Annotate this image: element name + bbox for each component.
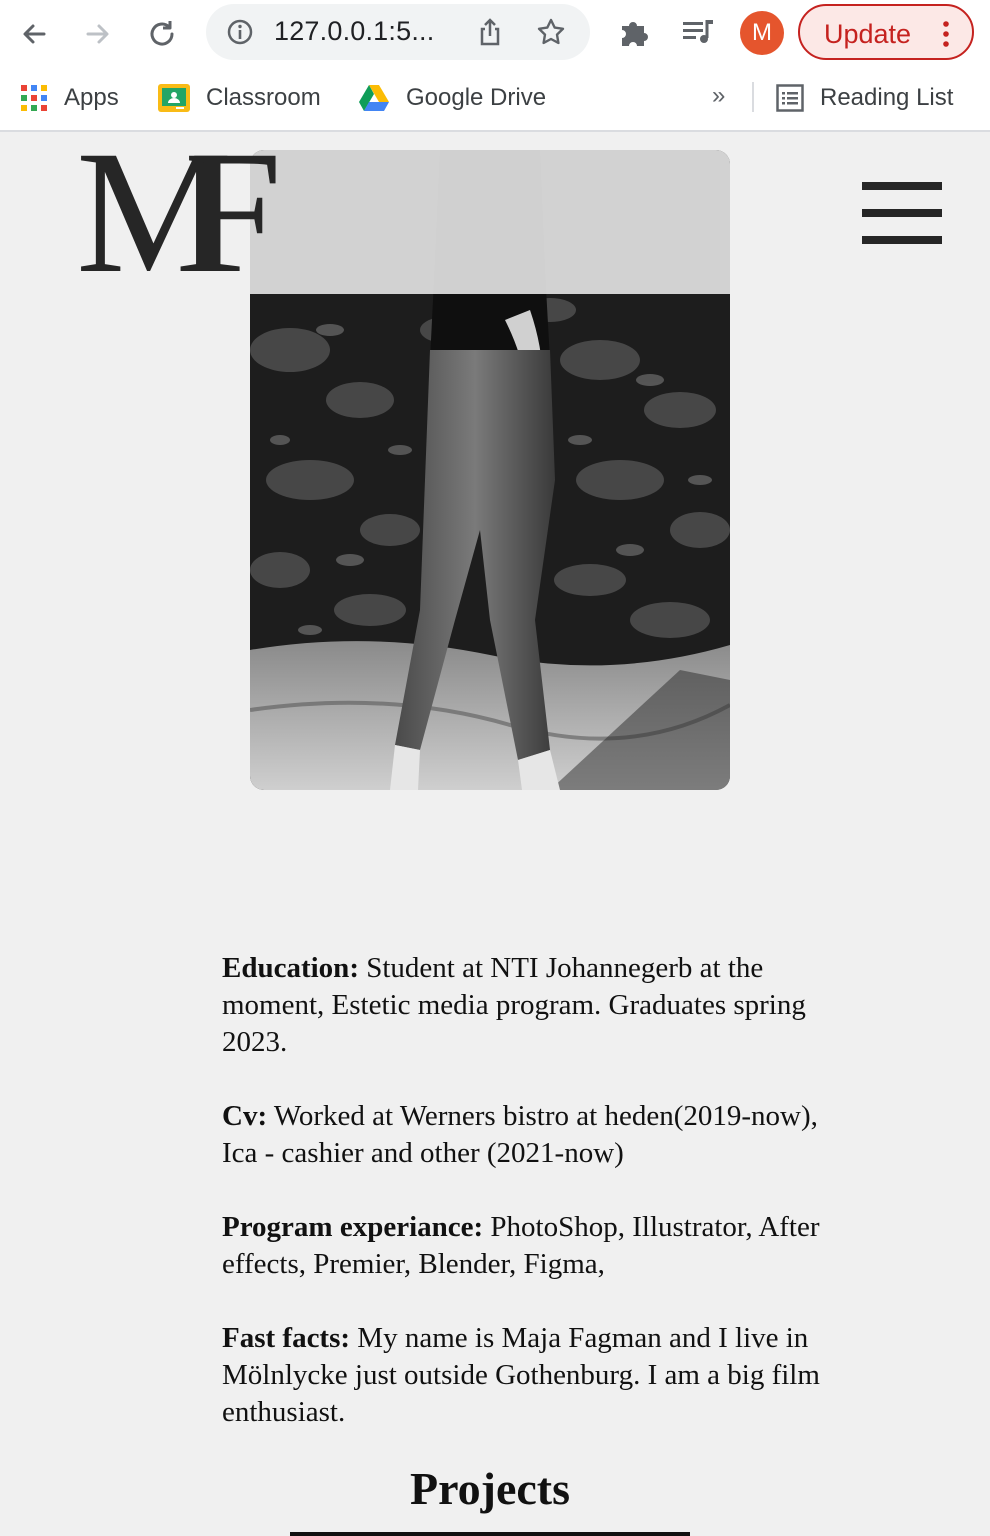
bookmark-star-icon[interactable] bbox=[536, 17, 566, 47]
about-section: Education: Student at NTI Johannegerb at… bbox=[222, 950, 832, 1468]
photo-top-overlay bbox=[250, 150, 730, 294]
apps-grid-icon bbox=[21, 85, 47, 111]
hamburger-menu-icon[interactable] bbox=[862, 182, 942, 244]
project-card-edge bbox=[290, 1532, 690, 1536]
bookmark-label: Apps bbox=[64, 84, 119, 111]
bookmarks-overflow-icon[interactable]: » bbox=[712, 82, 725, 110]
classroom-icon bbox=[158, 84, 190, 112]
back-icon[interactable] bbox=[12, 12, 56, 56]
google-drive-icon bbox=[359, 85, 389, 111]
about-heading: Cv: bbox=[222, 1100, 268, 1132]
bookmarks-divider bbox=[752, 82, 754, 112]
about-cv: Cv: Worked at Werners bistro at heden(20… bbox=[222, 1098, 832, 1172]
reload-icon[interactable] bbox=[140, 12, 184, 56]
about-programs: Program experiance: PhotoShop, Illustrat… bbox=[222, 1209, 832, 1283]
site-info-icon[interactable] bbox=[226, 18, 254, 46]
about-text: Worked at Werners bistro at heden(2019-n… bbox=[222, 1100, 818, 1169]
forward-icon[interactable] bbox=[76, 12, 120, 56]
update-label: Update bbox=[824, 19, 912, 49]
hamburger-line bbox=[862, 236, 942, 244]
more-menu-icon[interactable] bbox=[938, 18, 954, 50]
browser-toolbar: 127.0.0.1:5... M Update bbox=[0, 0, 990, 66]
bookmark-apps[interactable]: Apps bbox=[20, 78, 119, 118]
bookmark-google-drive[interactable]: Google Drive bbox=[358, 78, 546, 118]
profile-avatar[interactable]: M bbox=[740, 11, 784, 55]
bookmark-label: Google Drive bbox=[406, 84, 547, 111]
share-icon[interactable] bbox=[476, 18, 504, 46]
about-fast-facts: Fast facts: My name is Maja Fagman and I… bbox=[222, 1320, 832, 1431]
url-text[interactable]: 127.0.0.1:5... bbox=[274, 16, 434, 47]
bookmark-label: Classroom bbox=[206, 84, 321, 111]
media-playlist-icon[interactable] bbox=[680, 14, 716, 50]
reading-list-label: Reading List bbox=[820, 84, 954, 111]
about-education: Education: Student at NTI Johannegerb at… bbox=[222, 950, 832, 1061]
logo-letter-f: F bbox=[184, 115, 282, 310]
logo-letter-m: M bbox=[76, 115, 232, 310]
reading-list-icon bbox=[776, 84, 804, 112]
hamburger-line bbox=[862, 209, 942, 217]
address-bar[interactable]: 127.0.0.1:5... bbox=[206, 4, 590, 60]
about-heading: Fast facts: bbox=[222, 1322, 351, 1354]
about-heading: Program experiance: bbox=[222, 1211, 484, 1243]
update-button[interactable]: Update bbox=[798, 4, 974, 60]
about-heading: Education: bbox=[222, 952, 359, 984]
extensions-puzzle-icon[interactable] bbox=[616, 14, 652, 50]
hamburger-line bbox=[862, 182, 942, 190]
projects-heading: Projects bbox=[409, 1463, 571, 1514]
portrait-photo bbox=[250, 150, 730, 790]
site-logo[interactable]: M F bbox=[76, 115, 296, 310]
reading-list-button[interactable]: Reading List bbox=[776, 78, 953, 118]
bookmark-classroom[interactable]: Classroom bbox=[158, 78, 321, 118]
